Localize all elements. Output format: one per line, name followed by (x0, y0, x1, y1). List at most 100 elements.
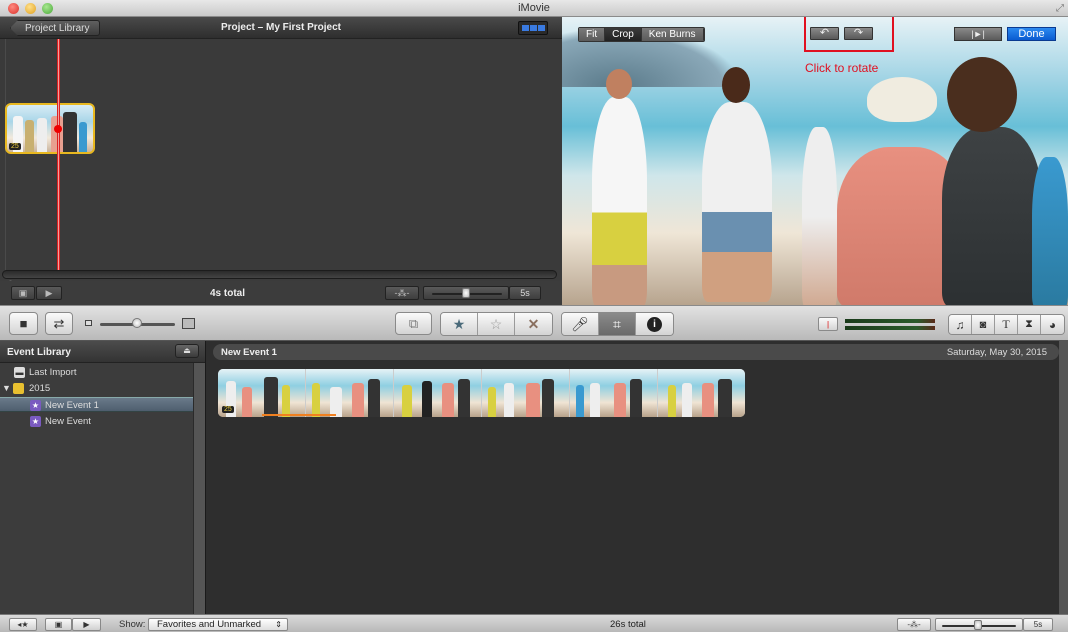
audio-waveform-button[interactable]: -⁂- (385, 286, 419, 300)
photo-hat (867, 77, 937, 122)
slider-knob[interactable] (462, 288, 470, 298)
mark-favorite-button[interactable]: ★ (441, 313, 478, 335)
voiceover-button[interactable]: 🎤︎ (562, 313, 599, 335)
title-icon: T (1002, 317, 1010, 331)
photo-person (1032, 157, 1068, 305)
filmstrip-frame (394, 369, 482, 417)
transition-icon: ⧗ (1025, 318, 1033, 330)
last-import-icon: ▬ (14, 367, 25, 378)
waveform-icon: -⁂- (907, 620, 921, 629)
event-star-icon: ★ (30, 416, 41, 427)
project-clip[interactable]: 25 (5, 103, 95, 154)
import-camera-button[interactable]: ■ (9, 312, 38, 335)
event-waveform-button[interactable]: -⁂- (897, 618, 931, 631)
clip-duration-badge: 25 (222, 406, 234, 413)
waveform-icon: -⁂- (394, 287, 410, 298)
project-horizontal-scrollbar[interactable] (2, 270, 557, 279)
event-library-item-last-import[interactable]: ▬ Last Import (0, 365, 193, 380)
photo-head (722, 67, 750, 103)
play-fullscreen-icon: ▣ (54, 620, 63, 629)
show-filter-value: Favorites and Unmarked (157, 619, 262, 630)
event-clip-filmstrip[interactable]: 25 (218, 369, 745, 417)
add-to-project-button[interactable]: ⧉ (395, 312, 432, 335)
slider-knob[interactable] (974, 620, 982, 630)
project-footer: ▣ ▶ 4s total -⁂- 5s (0, 281, 562, 305)
small-thumbnail-icon (85, 320, 92, 326)
clip-zoom-slider[interactable] (423, 286, 509, 300)
bottom-bar: ◂★ ▣ ▶ Show: Favorites and Unmarked ⇕ 26… (0, 614, 1068, 632)
thumbnail-size-knob[interactable] (132, 318, 142, 328)
inspector-button[interactable]: i (636, 313, 673, 335)
star-outline-icon: ☆ (489, 315, 503, 332)
event-browser-scrollbar[interactable] (1059, 341, 1068, 614)
play-fullscreen-button[interactable]: ▣ (11, 286, 35, 300)
event-library-item-label: New Event 1 (45, 400, 99, 411)
eject-button[interactable]: ⏏ (175, 344, 199, 358)
star-filled-icon: ★ (452, 315, 466, 332)
event-library-scrollbar[interactable] (193, 363, 205, 614)
event-play-button[interactable]: ▶ (72, 618, 101, 631)
show-event-list-button[interactable]: ◂★ (9, 618, 37, 631)
project-timeline[interactable]: 25 0s (0, 39, 562, 289)
event-clip-zoom-value: 5s (1023, 618, 1053, 631)
event-header-bar: New Event 1 Saturday, May 30, 2015 (213, 344, 1059, 360)
rotate-annotation-label: Click to rotate (805, 61, 879, 75)
swap-panes-button[interactable]: ⇄ (45, 312, 73, 335)
mode-crop-button[interactable]: Crop (605, 28, 642, 41)
play-button[interactable]: ▶ (36, 286, 62, 300)
fullscreen-icon[interactable]: ⤢ (1056, 3, 1064, 14)
transition-browser-button[interactable]: ⧗ (1018, 315, 1041, 334)
done-button[interactable]: Done (1007, 27, 1056, 41)
event-library-item-new-event[interactable]: ★ New Event (0, 414, 193, 429)
rotate-left-button[interactable]: ↶ (810, 27, 839, 40)
audio-skim-icon: | (826, 319, 830, 329)
filmstrip-frame (306, 369, 394, 417)
map-browser-button[interactable]: ◕ (1041, 315, 1064, 334)
window-title: iMovie (518, 2, 550, 14)
event-library: Event Library ⏏ ▬ Last Import ▼ 2015 ★ N… (0, 341, 205, 614)
event-clip-zoom-slider[interactable] (935, 618, 1023, 631)
title-browser-button[interactable]: T (995, 315, 1018, 334)
event-library-title: Event Library (7, 347, 71, 358)
photo-person (802, 127, 837, 305)
photo-person (942, 127, 1042, 305)
clip-zoom-value: 5s (509, 286, 541, 300)
play-icon: ▶ (45, 287, 53, 298)
crop-button[interactable]: ⌗ (599, 313, 636, 335)
rotate-right-button[interactable]: ↷ (844, 27, 873, 40)
project-header: Project Library Project – My First Proje… (0, 17, 562, 39)
disclosure-triangle-icon[interactable]: ▼ (2, 381, 11, 396)
reject-button[interactable]: ✕ (515, 313, 552, 335)
filmstrip-frame (570, 369, 658, 417)
info-icon: i (647, 316, 662, 332)
event-library-item-new-event-1[interactable]: ★ New Event 1 (0, 397, 193, 412)
playhead[interactable] (57, 39, 60, 270)
show-filter-select[interactable]: Favorites and Unmarked ⇕ (148, 618, 288, 631)
show-filter-label: Show: (119, 619, 146, 630)
audio-skimming-button[interactable]: | (818, 317, 838, 331)
event-play-fullscreen-button[interactable]: ▣ (45, 618, 72, 631)
favorite-range-marker (262, 414, 336, 416)
event-library-item-label: Last Import (29, 367, 77, 378)
music-browser-button[interactable]: ♫ (949, 315, 972, 334)
mode-ken-burns-button[interactable]: Ken Burns (641, 28, 704, 41)
photo-browser-button[interactable]: ◙ (972, 315, 995, 334)
clip-duration-badge: 25 (9, 143, 21, 150)
view-mode-button[interactable] (518, 21, 548, 35)
play-clip-button[interactable]: |►| (954, 27, 1002, 41)
event-title: New Event 1 (221, 347, 277, 358)
play-fullscreen-icon: ▣ (18, 287, 28, 298)
event-browser: New Event 1 Saturday, May 30, 2015 25 (205, 341, 1068, 614)
mode-fit-button[interactable]: Fit (579, 28, 606, 41)
event-library-item-2015[interactable]: ▼ 2015 (0, 381, 193, 396)
microphone-icon: 🎤︎ (571, 315, 589, 332)
crop-icon: ⌗ (613, 315, 621, 332)
viewer-mode-segmented: Fit Crop Ken Burns (578, 27, 705, 42)
filmstrip-frame (658, 369, 745, 417)
unmark-button[interactable]: ☆ (478, 313, 515, 335)
tools-group: 🎤︎ ⌗ i (561, 312, 674, 336)
filmstrip-frame (482, 369, 570, 417)
add-to-project-icon: ⧉ (408, 315, 419, 331)
browser-group: ♫ ◙ T ⧗ ◕ (948, 314, 1065, 335)
viewer: Fit Crop Ken Burns ↶ ↷ Click to rotate |… (562, 17, 1068, 305)
